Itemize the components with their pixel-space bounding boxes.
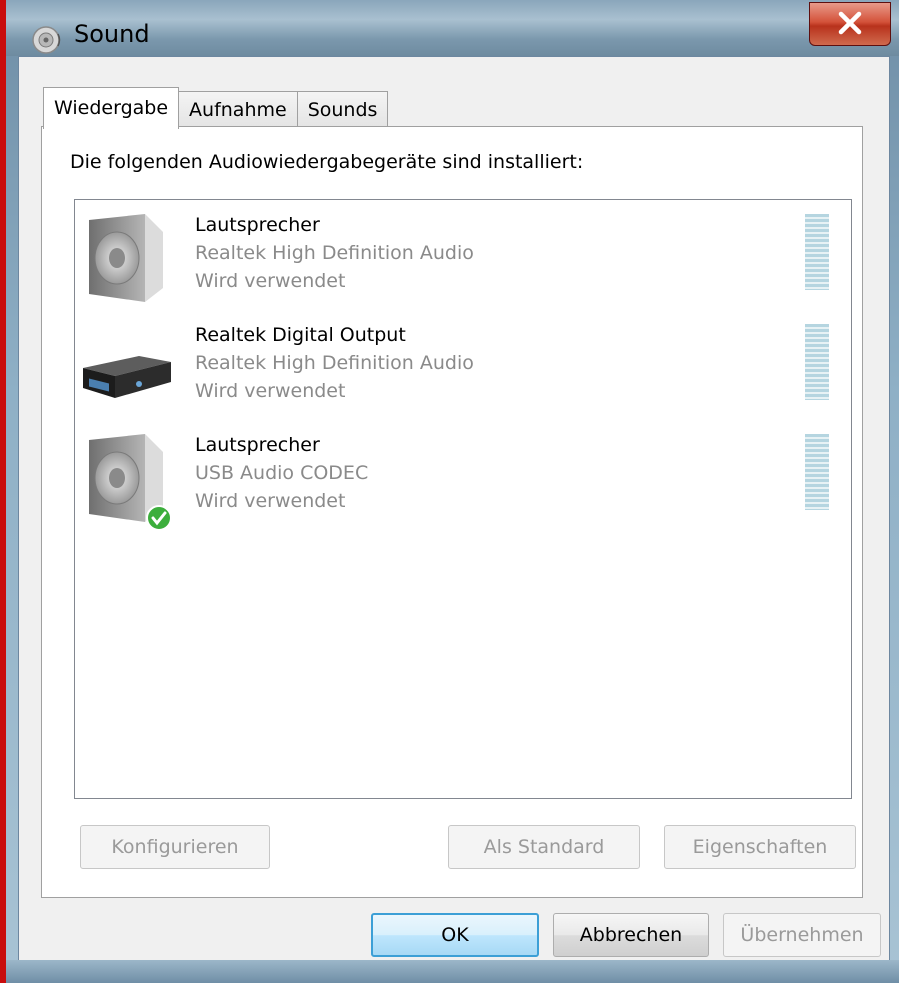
- volume-meter: [805, 324, 829, 400]
- dialog-client: Wiedergabe Aufnahme Sounds Die folgenden…: [18, 56, 890, 971]
- default-check-icon: [146, 505, 172, 531]
- close-icon: [838, 11, 862, 35]
- window-title: Sound: [74, 20, 150, 48]
- device-item[interactable]: Realtek Digital Output Realtek High Defi…: [75, 310, 851, 420]
- tab-aufnahme[interactable]: Aufnahme: [178, 91, 298, 128]
- tab-sounds[interactable]: Sounds: [296, 91, 389, 128]
- device-status: Wird verwendet: [195, 270, 346, 292]
- cancel-button[interactable]: Abbrechen: [553, 913, 709, 957]
- device-status: Wird verwendet: [195, 380, 346, 402]
- device-driver: Realtek High Definition Audio: [195, 352, 474, 374]
- title-bar[interactable]: Sound: [6, 0, 899, 56]
- volume-meter: [805, 434, 829, 510]
- tab-panel: Die folgenden Audiowiedergabegeräte sind…: [41, 126, 863, 898]
- window-bottom-frame: [6, 960, 899, 983]
- device-name: Lautsprecher: [195, 434, 320, 456]
- speaker-icon: [32, 26, 61, 54]
- properties-button[interactable]: Eigenschaften: [664, 825, 856, 869]
- device-driver: USB Audio CODEC: [195, 462, 369, 484]
- device-list[interactable]: Lautsprecher Realtek High Definition Aud…: [74, 199, 852, 799]
- device-name: Realtek Digital Output: [195, 324, 406, 346]
- device-item[interactable]: Lautsprecher Realtek High Definition Aud…: [75, 200, 851, 310]
- device-item[interactable]: Lautsprecher USB Audio CODEC Wird verwen…: [75, 420, 851, 531]
- set-default-button[interactable]: Als Standard: [448, 825, 640, 869]
- apply-button[interactable]: Übernehmen: [723, 913, 881, 957]
- digital-output-icon: [83, 356, 171, 398]
- close-button[interactable]: [809, 2, 891, 46]
- speaker-icon: [89, 214, 163, 302]
- configure-button[interactable]: Konfigurieren: [80, 825, 270, 869]
- sound-dialog: Sound Wiedergabe Aufnahme Sounds Die fol…: [6, 0, 899, 983]
- tab-wiedergabe[interactable]: Wiedergabe: [43, 87, 180, 129]
- instruction-text: Die folgenden Audiowiedergabegeräte sind…: [70, 151, 584, 173]
- device-driver: Realtek High Definition Audio: [195, 242, 474, 264]
- volume-meter: [805, 214, 829, 290]
- device-status: Wird verwendet: [195, 490, 346, 512]
- ok-button[interactable]: OK: [371, 913, 539, 957]
- device-name: Lautsprecher: [195, 214, 320, 236]
- tab-strip: Wiedergabe Aufnahme Sounds: [43, 87, 389, 129]
